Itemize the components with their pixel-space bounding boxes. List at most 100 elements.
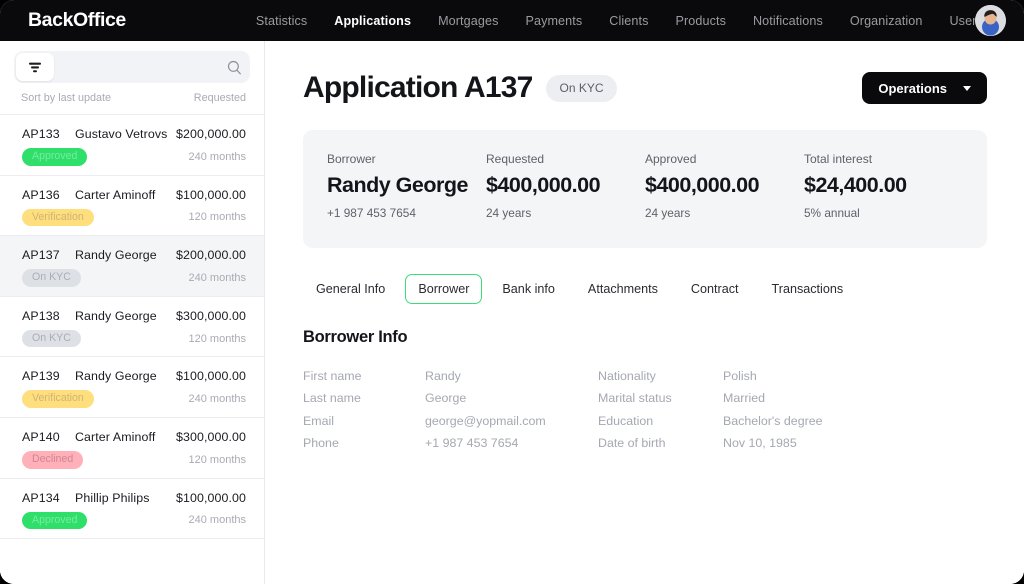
operations-button[interactable]: Operations [862,72,987,104]
summary-item-approved: Approved $400,000.00 24 years [645,152,804,220]
summary-item-borrower: Borrower Randy George +1 987 453 7654 [327,152,486,220]
search-icon[interactable] [227,60,242,75]
list-item[interactable]: AP134 Phillip Philips $100,000.00 Approv… [0,478,264,540]
nav-item-statistics[interactable]: Statistics [256,14,307,28]
term-months: 120 months [188,211,246,224]
applications-list: AP133 Gustavo Vetrovs $200,000.00 Approv… [0,115,264,584]
term-months: 120 months [188,453,246,466]
filter-icon [29,62,41,72]
field-value-education: Bachelor's degree [723,413,823,428]
field-label-nationality: Nationality [598,369,656,383]
applicant-name: Phillip Philips [75,490,150,505]
list-item-header: AP139 Randy George $100,000.00 [22,369,246,383]
status-badge: On KYC [22,269,81,287]
field-value-date-of-birth: Nov 10, 1985 [723,435,797,450]
summary-item-total-interest: Total interest $24,400.00 5% annual [804,152,963,220]
list-item-selected[interactable]: AP137 Randy George $200,000.00 On KYC 24… [0,236,264,297]
requested-amount: $300,000.00 [175,429,246,444]
field-label-last-name: Last name [303,391,361,406]
borrower-info-values: Polish Married Bachelor's degree Nov 10,… [723,365,823,454]
list-item[interactable]: AP133 Gustavo Vetrovs $200,000.00 Approv… [0,115,264,176]
nav-item-products[interactable]: Products [675,14,726,28]
borrower-info-values: Randy George george@yopmail.com +1 987 4… [425,365,546,454]
summary-sub: 5% annual [804,206,860,220]
nav-item-organization[interactable]: Organization [850,14,923,28]
applicant-name: Randy George [75,308,157,323]
list-item-footer: Approved 240 months [22,511,246,530]
nav-item-applications[interactable]: Applications [334,14,411,28]
sort-row: Sort by last update Requested [0,83,264,115]
tab-general-info[interactable]: General Info [303,274,398,304]
term-months: 240 months [188,514,246,527]
field-value-first-name: Randy [425,369,461,383]
summary-sub: 24 years [486,206,532,220]
borrower-info-column-right: Nationality Marital status Education Dat… [598,365,918,454]
field-value-phone: +1 987 453 7654 [425,435,519,450]
list-item-footer: On KYC 120 months [22,329,246,348]
summary-label: Approved [645,152,697,166]
list-item-header: AP134 Phillip Philips $100,000.00 [22,491,246,505]
borrower-info-column-left: First name Last name Email Phone Randy G… [303,365,598,454]
summary-label: Requested [486,152,545,166]
list-item-footer: Verification 240 months [22,390,246,408]
requested-amount: $100,000.00 [175,369,246,384]
list-item-footer: Approved 240 months [22,148,246,166]
term-months: 240 months [188,150,246,163]
nav-item-mortgages[interactable]: Mortgages [438,14,498,28]
field-label-phone: Phone [303,435,339,450]
nav-item-payments[interactable]: Payments [525,14,582,28]
page-title: Application A137 [303,71,533,104]
summary-card: Borrower Randy George +1 987 453 7654 Re… [303,130,987,248]
field-value-email: george@yopmail.com [425,413,546,428]
status-badge: On KYC [546,74,617,102]
applicant-name: Gustavo Vetrovs [75,127,168,141]
applications-sidebar: Sort by last update Requested AP133 Gust… [0,41,265,584]
nav-item-notifications[interactable]: Notifications [753,14,823,28]
list-item-footer: Declined 120 months [22,450,246,469]
sort-label[interactable]: Sort by last update [21,92,111,104]
summary-value: $400,000.00 [645,173,760,197]
status-badge: Approved [22,148,88,166]
status-badge: On KYC [22,329,81,348]
brand-logo[interactable]: BackOffice [28,9,126,32]
tab-contract[interactable]: Contract [678,274,752,304]
summary-value: $24,400.00 [804,173,907,197]
column-label[interactable]: Requested [194,92,246,104]
summary-label: Total interest [804,152,873,166]
list-item[interactable]: AP140 Carter Aminoff $300,000.00 Decline… [0,417,264,479]
borrower-info-grid: First name Last name Email Phone Randy G… [303,365,987,454]
list-item[interactable]: AP136 Carter Aminoff $100,000.00 Verific… [0,175,264,237]
tab-borrower[interactable]: Borrower [405,274,483,304]
list-item-header: AP133 Gustavo Vetrovs $200,000.00 [22,127,246,141]
applicant-name: Randy George [75,248,157,263]
list-item-header: AP140 Carter Aminoff $300,000.00 [22,430,246,444]
application-id: AP136 [22,187,60,202]
avatar[interactable] [975,5,1006,36]
tab-transactions[interactable]: Transactions [759,274,857,304]
application-id: AP138 [22,308,60,323]
tab-attachments[interactable]: Attachments [575,274,671,304]
list-item[interactable]: AP139 Randy George $100,000.00 Verificat… [0,357,264,418]
application-id: AP139 [22,369,60,384]
search-input[interactable] [54,60,227,74]
top-navigation-bar: BackOffice Statistics Applications Mortg… [0,0,1024,41]
status-badge: Approved [22,511,88,530]
main-content: Application A137 On KYC Operations Borro… [265,41,1024,584]
list-item-header: AP136 Carter Aminoff $100,000.00 [22,188,246,202]
list-item[interactable]: AP138 Randy George $300,000.00 On KYC 12… [0,296,264,358]
applicant-name: Carter Aminoff [75,429,156,444]
list-item-header: AP138 Randy George $300,000.00 [22,309,246,323]
search-area [0,41,264,83]
page-body: Sort by last update Requested AP133 Gust… [0,41,1024,584]
field-value-last-name: George [425,391,467,406]
filter-button[interactable] [16,53,54,81]
summary-value: $400,000.00 [486,173,601,197]
nav-item-clients[interactable]: Clients [609,14,648,28]
tab-bank-info[interactable]: Bank info [489,274,568,304]
chevron-down-icon [963,85,971,91]
field-value-marital-status: Married [723,391,765,406]
application-id: AP140 [22,429,60,444]
requested-amount: $100,000.00 [175,187,246,202]
requested-amount: $200,000.00 [175,127,246,141]
list-item-footer: Verification 120 months [22,208,246,227]
